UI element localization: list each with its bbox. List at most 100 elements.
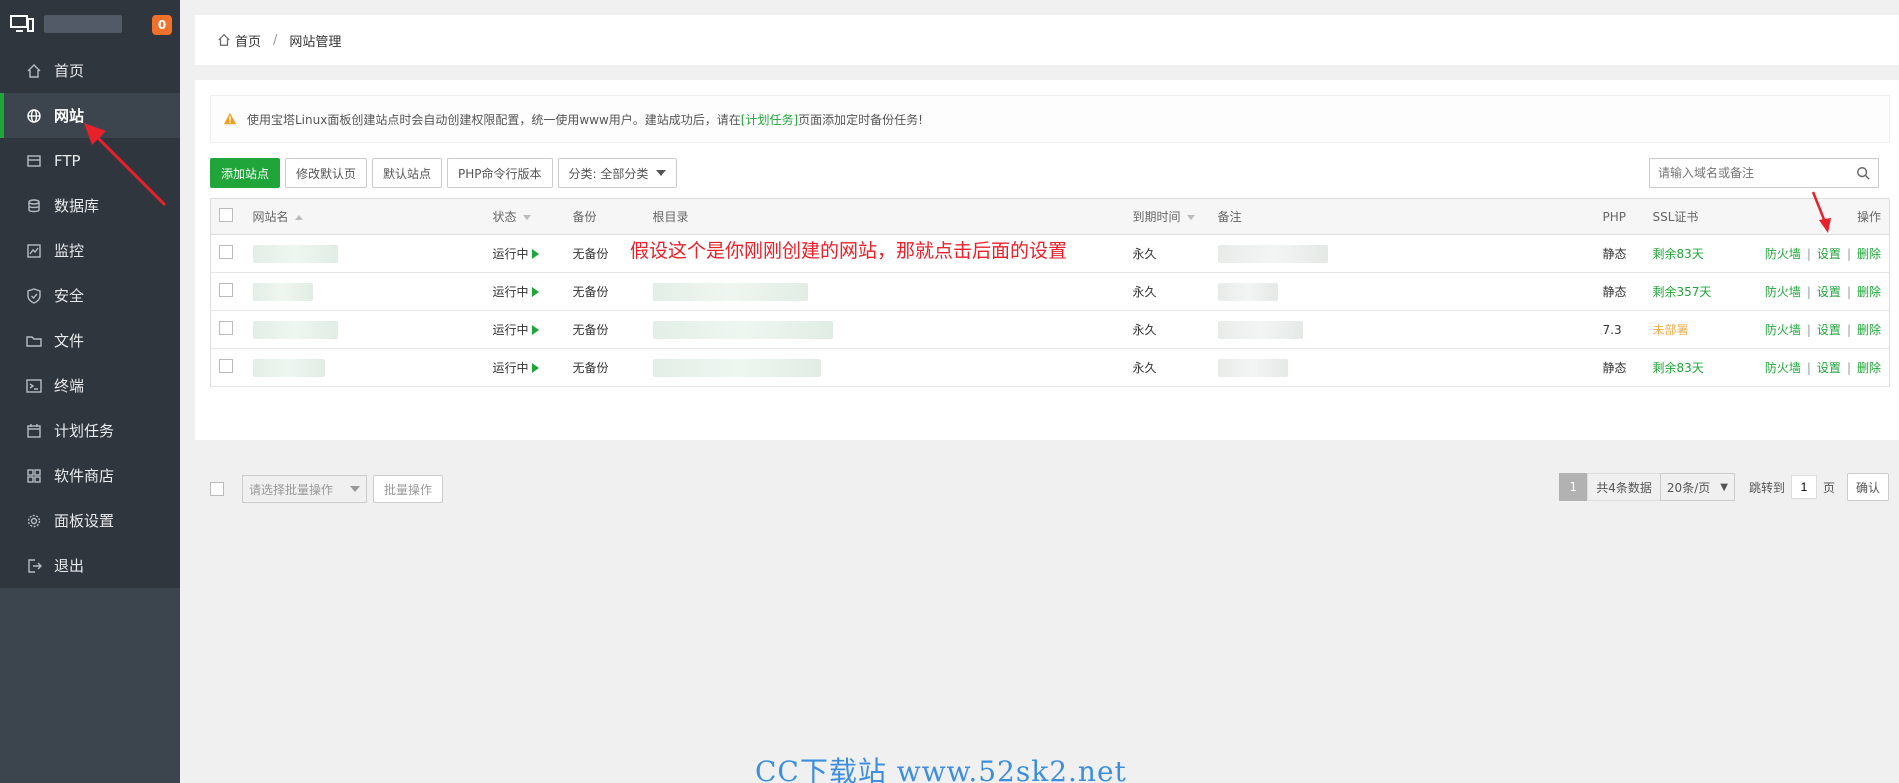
backup-status[interactable]: 无备份 [564,348,645,387]
status-running[interactable]: 运行中 [484,310,565,349]
col-expire[interactable]: 到期时间 [1124,198,1210,235]
sidebar-item-label: 文件 [54,332,85,350]
ftp-icon [26,153,42,169]
col-root: 根目录 [644,198,1125,235]
sidebar-item-logout[interactable]: 退出 [0,543,180,588]
breadcrumb-home[interactable]: 首页 [235,31,261,50]
delete-link[interactable]: 删除 [1857,361,1881,375]
firewall-link[interactable]: 防火墙 [1765,323,1801,337]
total-count: 共4条数据 [1587,473,1661,501]
php-version[interactable]: 静态 [1594,272,1645,311]
expire-value[interactable]: 永久 [1124,272,1210,311]
php-cli-version-button[interactable]: PHP命令行版本 [447,158,553,188]
batch-op-select[interactable]: 请选择批量操作 [242,475,367,503]
watermark-text: CC下载站 www.52sk2.net [755,755,1127,783]
ssl-status[interactable]: 剩余357天 [1644,272,1755,311]
expire-value[interactable]: 永久 [1124,348,1210,387]
expire-value[interactable]: 永久 [1124,234,1210,273]
ssl-status[interactable]: 剩余83天 [1644,348,1755,387]
sidebar-item-monitor[interactable]: 监控 [0,228,180,273]
sidebar-item-home[interactable]: 首页 [0,48,180,93]
category-label: 分类: 全部分类 [568,166,649,181]
ssl-status[interactable]: 剩余83天 [1644,234,1755,273]
php-version[interactable]: 静态 [1594,348,1645,387]
backup-status[interactable]: 无备份 [564,272,645,311]
remark-redacted[interactable] [1217,244,1328,263]
sidebar-item-label: 安全 [54,287,85,305]
row-checkbox[interactable] [219,283,233,297]
notification-badge[interactable]: 0 [152,15,172,35]
ssl-status[interactable]: 未部署 [1644,310,1755,349]
status-running[interactable]: 运行中 [484,348,565,387]
remark-redacted[interactable] [1217,320,1303,339]
root-dir-redacted[interactable] [652,282,808,301]
firewall-link[interactable]: 防火墙 [1765,361,1801,375]
remark-redacted[interactable] [1217,358,1288,377]
expire-value[interactable]: 永久 [1124,310,1210,349]
search-input[interactable] [1650,159,1848,187]
add-site-button[interactable]: 添加站点 [210,158,281,188]
status-running[interactable]: 运行中 [484,272,565,311]
row-ops: 防火墙 | 设置 | 删除 [1754,234,1890,273]
play-icon [531,249,539,259]
settings-link[interactable]: 设置 [1817,361,1841,375]
sidebar-item-security[interactable]: 安全 [0,273,180,318]
batch-op-button[interactable]: 批量操作 [373,475,444,503]
col-ssl: SSL证书 [1644,198,1755,235]
row-checkbox[interactable] [219,245,233,259]
site-name-redacted[interactable] [252,244,338,263]
batch-select-all-checkbox[interactable] [210,482,224,496]
sidebar-item-label: 首页 [54,62,85,80]
root-dir-redacted[interactable] [652,320,833,339]
site-name-redacted[interactable] [252,358,325,377]
php-version[interactable]: 静态 [1594,234,1645,273]
server-name-redacted [44,15,122,33]
jump-page-input[interactable] [1790,475,1817,499]
sidebar-header: 0 [0,0,180,48]
modify-default-page-button[interactable]: 修改默认页 [285,158,368,188]
per-page-select[interactable]: 20条/页 ▼ [1659,473,1735,501]
root-dir-redacted[interactable] [652,358,821,377]
monitor-icon[interactable] [10,15,34,33]
sidebar-item-settings[interactable]: 面板设置 [0,498,180,543]
delete-link[interactable]: 删除 [1857,323,1881,337]
page-current[interactable]: 1 [1559,473,1588,501]
settings-link[interactable]: 设置 [1817,285,1841,299]
home-icon [26,63,42,79]
backup-status[interactable]: 无备份 [564,310,645,349]
notice-cron-link[interactable]: [计划任务] [741,111,798,128]
pagination: 1 共4条数据 20条/页 ▼ 跳转到 页 确认 [1559,473,1889,501]
col-name[interactable]: 网站名 [244,198,485,235]
remark-redacted[interactable] [1217,282,1278,301]
category-dropdown[interactable]: 分类: 全部分类 [557,158,678,188]
sidebar-item-label: 面板设置 [54,512,115,530]
home-icon [218,33,230,46]
sidebar-item-store[interactable]: 软件商店 [0,453,180,498]
default-site-button[interactable]: 默认站点 [372,158,443,188]
table-row: 运行中 无备份 永久 7.3 未部署 防火墙 | 设置 | 删除 [210,310,1890,349]
sidebar-item-cron[interactable]: 计划任务 [0,408,180,453]
sidebar-item-terminal[interactable]: 终端 [0,363,180,408]
site-name-redacted[interactable] [252,320,338,339]
sidebar-item-files[interactable]: 文件 [0,318,180,363]
chevron-down-icon [350,486,360,492]
delete-link[interactable]: 删除 [1857,247,1881,261]
status-running[interactable]: 运行中 [484,234,565,273]
row-checkbox[interactable] [219,359,233,373]
col-status[interactable]: 状态 [484,198,565,235]
settings-link[interactable]: 设置 [1817,323,1841,337]
play-icon [531,363,539,373]
php-version[interactable]: 7.3 [1594,310,1645,349]
row-checkbox[interactable] [219,321,233,335]
delete-link[interactable]: 删除 [1857,285,1881,299]
confirm-jump-button[interactable]: 确认 [1846,473,1889,501]
settings-link[interactable]: 设置 [1817,247,1841,261]
search-icon[interactable] [1848,159,1878,187]
play-icon [531,287,539,297]
site-name-redacted[interactable] [252,282,313,301]
warning-icon [223,112,237,125]
select-all-checkbox[interactable] [219,208,233,222]
firewall-link[interactable]: 防火墙 [1765,285,1801,299]
sidebar-item-label: 终端 [54,377,85,395]
firewall-link[interactable]: 防火墙 [1765,247,1801,261]
